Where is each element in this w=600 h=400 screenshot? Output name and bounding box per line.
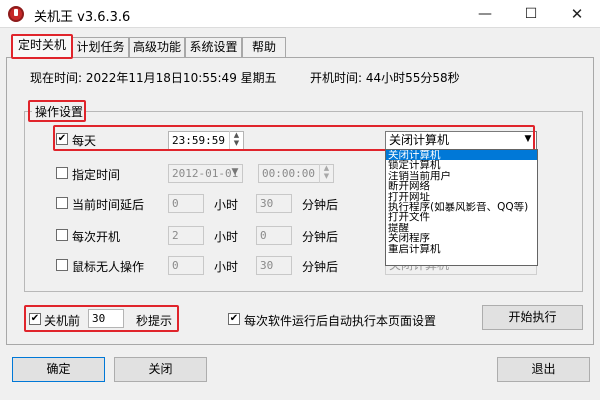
delay-minutes-unit: 分钟后 xyxy=(302,198,339,212)
highlight-box-daily-row xyxy=(53,125,535,151)
tab-advanced[interactable]: 高级功能 xyxy=(129,37,185,57)
highlight-box-tab xyxy=(11,34,73,59)
idle-minutes-unit: 分钟后 xyxy=(302,260,339,274)
start-execute-button[interactable]: 开始执行 xyxy=(482,305,583,330)
minimize-button[interactable]: — xyxy=(462,0,508,28)
auto-run-label: 每次软件运行后自动执行本页面设置 xyxy=(244,314,437,328)
dropdown-option[interactable]: 执行程序(如暴风影音、QQ等) xyxy=(386,202,537,212)
delay-minutes-input[interactable]: 30 xyxy=(256,194,292,213)
auto-run-checkbox[interactable]: ✔ xyxy=(228,313,240,325)
idle-hours-input[interactable]: 0 xyxy=(168,256,204,275)
idle-checkbox[interactable] xyxy=(56,259,68,271)
app-power-icon xyxy=(8,6,24,22)
tab-system-settings[interactable]: 系统设置 xyxy=(185,37,242,57)
current-time-label: 现在时间: 2022年11月18日10:55:49 星期五 xyxy=(30,71,277,85)
specified-time-spinner[interactable]: ▲ ▼ xyxy=(319,164,333,183)
dropdown-option[interactable]: 打开文件 xyxy=(386,212,537,222)
date-dropdown-icon[interactable]: ▼ xyxy=(227,164,243,183)
startup-hours-input[interactable]: 2 xyxy=(168,226,204,245)
close-button[interactable]: 关闭 xyxy=(114,357,207,382)
idle-hours-unit: 小时 xyxy=(214,260,239,274)
delay-hours-input[interactable]: 0 xyxy=(168,194,204,213)
dropdown-option[interactable]: 注销当前用户 xyxy=(386,171,537,181)
startup-hours-unit: 小时 xyxy=(214,230,239,244)
dropdown-option[interactable]: 打开网址 xyxy=(386,192,537,202)
maximize-button[interactable]: ☐ xyxy=(508,0,554,28)
close-window-button[interactable]: ✕ xyxy=(554,0,600,28)
startup-checkbox[interactable] xyxy=(56,229,68,241)
specified-label: 指定时间 xyxy=(72,168,121,182)
dropdown-option[interactable]: 关闭程序 xyxy=(386,233,537,243)
highlight-box-group-title xyxy=(28,100,86,122)
startup-minutes-input[interactable]: 0 xyxy=(256,226,292,245)
idle-label: 鼠标无人操作 xyxy=(72,260,145,274)
idle-minutes-input[interactable]: 30 xyxy=(256,256,292,275)
delay-label: 当前时间延后 xyxy=(72,198,145,212)
tab-scheduled-tasks[interactable]: 计划任务 xyxy=(72,37,129,57)
tab-help[interactable]: 帮助 xyxy=(242,37,286,57)
startup-minutes-unit: 分钟后 xyxy=(302,230,339,244)
window-title: 关机王 v3.6.3.6 xyxy=(34,10,131,25)
dropdown-option[interactable]: 重启计算机 xyxy=(386,244,537,254)
specified-checkbox[interactable] xyxy=(56,167,68,179)
dropdown-option[interactable]: 锁定计算机 xyxy=(386,160,537,170)
dropdown-option[interactable]: 关闭计算机 xyxy=(386,150,537,161)
ok-button[interactable]: 确定 xyxy=(12,357,105,382)
action-dropdown-list[interactable]: 关闭计算机 锁定计算机 注销当前用户 断开网络 打开网址 执行程序(如暴风影音、… xyxy=(385,149,538,266)
exit-button[interactable]: 退出 xyxy=(497,357,590,382)
uptime-label: 开机时间: 44小时55分58秒 xyxy=(310,71,460,85)
highlight-box-before-shutdown xyxy=(24,305,179,332)
dropdown-option[interactable]: 提醒 xyxy=(386,223,537,233)
startup-label: 每次开机 xyxy=(72,230,121,244)
delay-checkbox[interactable] xyxy=(56,197,68,209)
delay-hours-unit: 小时 xyxy=(214,198,239,212)
dropdown-option[interactable]: 断开网络 xyxy=(386,181,537,191)
